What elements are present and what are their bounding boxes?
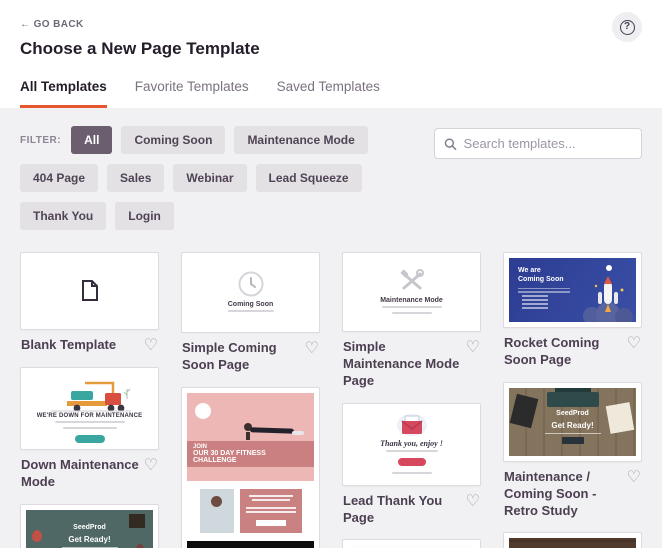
filter-chip-sales[interactable]: Sales — [107, 164, 165, 192]
grid-column-1: Blank Template ♡ WE'RE DOWN FOR MAINTENA… — [20, 252, 159, 548]
template-caption: Simple Maintenance Mode Page ♡ — [343, 339, 480, 390]
rocket-heading-line1: We are — [518, 267, 541, 274]
filter-chip-coming-soon[interactable]: Coming Soon — [121, 126, 226, 154]
template-caption: Down Maintenance Mode ♡ — [21, 457, 158, 491]
template-card-down-maintenance[interactable]: WE'RE DOWN FOR MAINTENANCE — [20, 367, 159, 450]
template-preview-darkwood: SeedProd Get Ready! — [509, 538, 636, 548]
template-preview-skys-the-limit: SeedProd Get Ready! — [26, 509, 153, 548]
preview-heading: Thank you, enjoy ! — [380, 438, 443, 448]
heart-icon[interactable]: ♡ — [466, 339, 480, 356]
filter-chip-all[interactable]: All — [71, 126, 113, 154]
heart-icon[interactable]: ♡ — [627, 335, 641, 352]
tab-favorite-templates[interactable]: Favorite Templates — [135, 79, 249, 108]
preview-button — [561, 437, 584, 445]
page-header: ← GO BACK Choose a New Page Template ? — [0, 0, 662, 59]
template-title: Lead Thank You Page — [343, 492, 443, 525]
template-card-simple-maintenance[interactable]: Maintenance Mode — [342, 252, 481, 332]
template-title: Rocket Coming Soon Page — [504, 335, 600, 367]
tab-all-templates[interactable]: All Templates — [20, 79, 107, 108]
fitness-program-section: THE PROGRAM COVERS — [187, 540, 314, 548]
page-title: Choose a New Page Template — [20, 39, 260, 58]
template-title: Simple Coming Soon Page — [182, 340, 277, 372]
moon-shape — [606, 265, 612, 271]
search-icon — [444, 137, 457, 150]
filter-chip-lead-squeeze[interactable]: Lead Squeeze — [255, 164, 362, 192]
template-caption: Lead Thank You Page ♡ — [343, 493, 480, 527]
template-caption: Simple Coming Soon Page ♡ — [182, 340, 319, 374]
template-caption: Blank Template ♡ — [21, 337, 158, 354]
template-preview-blank — [26, 258, 153, 324]
grid-column-3: Maintenance Mode Simple Maintenance Mode… — [342, 252, 481, 548]
preview-heading: Coming Soon — [227, 301, 274, 308]
template-grid: Blank Template ♡ WE'RE DOWN FOR MAINTENA… — [0, 244, 662, 548]
seedprod-logo: SeedProd — [73, 523, 106, 531]
plank-woman-illustration — [244, 422, 304, 440]
grid-column-2: Coming Soon Simple Coming Soon Page ♡ JO… — [181, 252, 320, 548]
fitness-text-box — [239, 488, 302, 533]
filter-bar: FILTER: All Coming Soon Maintenance Mode… — [0, 108, 662, 244]
template-card-skys-the-limit[interactable]: SeedProd Get Ready! — [20, 503, 159, 548]
template-preview-simple-maintenance: Maintenance Mode — [348, 258, 475, 326]
template-card-retro-study[interactable]: SeedProd Get Ready! — [503, 381, 642, 462]
template-card-rocket[interactable]: We are Coming Soon — [503, 252, 642, 328]
grid-column-4: We are Coming Soon Rocket Coming Soon Pa… — [503, 252, 642, 548]
tab-bar: All Templates Favorite Templates Saved T… — [0, 59, 662, 108]
filter-chip-404-page[interactable]: 404 Page — [20, 164, 99, 192]
hammer-wrench-icon — [400, 268, 424, 289]
template-preview-down-maintenance: WE'RE DOWN FOR MAINTENANCE — [26, 373, 153, 444]
template-preview-rocket: We are Coming Soon — [509, 258, 636, 322]
search-box[interactable] — [434, 128, 642, 159]
template-preview-lead-thank-you: Thank you, enjoy ! — [348, 408, 475, 480]
fitness-intro-section — [187, 480, 314, 541]
template-card-darkwood[interactable]: SeedProd Get Ready! — [503, 532, 642, 548]
template-preview-fitness-challenge: JOIN OUR 30 DAY FITNESS CHALLENGE — [187, 392, 314, 548]
template-card-blank[interactable] — [20, 252, 159, 330]
filter-chip-webinar[interactable]: Webinar — [173, 164, 247, 192]
filter-chip-thank-you[interactable]: Thank You — [20, 202, 107, 230]
template-card-lead-thank-you[interactable]: Thank you, enjoy ! — [342, 402, 481, 486]
filter-chip-maintenance-mode[interactable]: Maintenance Mode — [234, 126, 368, 154]
heart-icon[interactable]: ♡ — [144, 337, 158, 354]
typewriter-shape — [547, 387, 599, 407]
clock-icon — [238, 271, 263, 297]
template-caption: Maintenance / Coming Soon - Retro Study … — [504, 469, 641, 520]
search-input[interactable] — [463, 136, 632, 151]
template-preview-retro-study: SeedProd Get Ready! — [509, 387, 636, 456]
template-title: Down Maintenance Mode — [21, 457, 139, 489]
heart-icon[interactable]: ♡ — [466, 493, 480, 510]
help-button[interactable]: ? — [612, 12, 642, 42]
fitness-hero-section: JOIN OUR 30 DAY FITNESS CHALLENGE — [187, 392, 314, 481]
preview-button — [397, 457, 426, 466]
blank-page-icon — [81, 280, 98, 301]
question-mark-icon: ? — [619, 19, 635, 35]
fitness-photo — [199, 488, 234, 533]
rocket-illustration — [583, 276, 633, 322]
template-card-fitness-challenge[interactable]: JOIN OUR 30 DAY FITNESS CHALLENGE — [181, 386, 320, 548]
filter-chip-group: FILTER: All Coming Soon Maintenance Mode… — [20, 126, 424, 240]
filter-chip-login[interactable]: Login — [115, 202, 174, 230]
preview-heading: WE'RE DOWN FOR MAINTENANCE — [36, 413, 143, 419]
preview-heading: Maintenance Mode — [380, 296, 443, 304]
preview-heading: Get Ready! — [68, 534, 111, 544]
template-card-bunting[interactable]: SeedProd Get Ready! — [342, 539, 481, 548]
template-preview-simple-coming-soon: Coming Soon — [187, 258, 314, 327]
template-title: Maintenance / Coming Soon - Retro Study — [504, 468, 597, 518]
template-title: Blank Template — [21, 337, 117, 352]
tab-saved-templates[interactable]: Saved Templates — [277, 79, 380, 108]
template-card-simple-coming-soon[interactable]: Coming Soon — [181, 252, 320, 333]
seedprod-logo: SeedProd — [556, 409, 589, 417]
filter-label: FILTER: — [20, 134, 62, 146]
go-back-link[interactable]: ← GO BACK — [20, 19, 84, 30]
heart-icon[interactable]: ♡ — [144, 457, 158, 474]
fitness-hero-line2: OUR 30 DAY FITNESS CHALLENGE — [193, 449, 266, 464]
preview-button — [74, 435, 105, 443]
rocket-heading-line2: Coming Soon — [518, 275, 564, 283]
heart-icon[interactable]: ♡ — [627, 469, 641, 486]
heart-icon[interactable]: ♡ — [305, 340, 319, 357]
preview-heading: Get Ready! — [551, 420, 594, 430]
tow-truck-illustration — [50, 381, 131, 412]
template-caption: Rocket Coming Soon Page ♡ — [504, 335, 641, 369]
envelope-icon — [396, 413, 427, 436]
template-title: Simple Maintenance Mode Page — [343, 339, 460, 388]
